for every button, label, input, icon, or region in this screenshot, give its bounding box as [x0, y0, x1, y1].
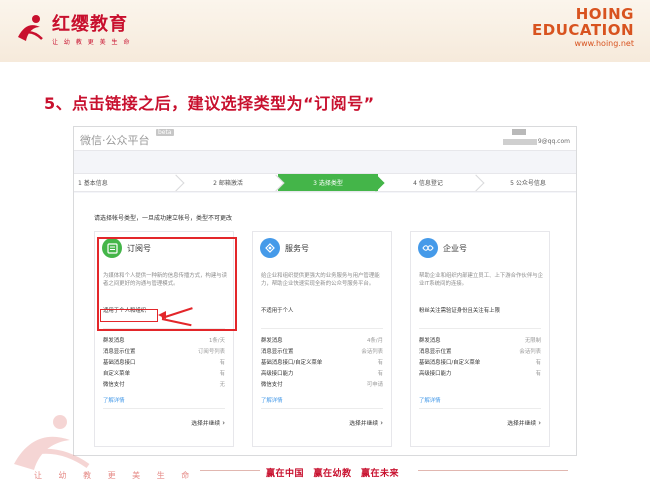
slide-title: 5、点击链接之后，建议选择类型为“订阅号” — [44, 94, 375, 113]
account-email[interactable]: 9@qq.com — [502, 138, 570, 145]
service-account-card[interactable]: 服务号 给企业和组织提供更强大的业务服务与用户管理能力，帮助企业快速实现全新的公… — [252, 231, 392, 447]
feature-row: 消息显示位置 会话列表 — [261, 349, 383, 355]
feature-row: 自定义菜单有 — [103, 371, 225, 377]
highlight-box-applicability — [100, 309, 158, 322]
type-instruction: 请选择帐号类型，一旦成功建立帐号，类型不可更改 — [94, 215, 233, 222]
feature-row: 基础消息接口/自定义菜单有 — [261, 360, 383, 366]
feature-row: 消息显示位置 会话列表 — [419, 349, 541, 355]
brand-name: 红缨教育 — [52, 14, 128, 35]
feature-row: 基础消息接口有 — [103, 360, 225, 366]
hoing-wordmark-line2: EDUCATION — [532, 21, 634, 39]
feature-row: 基础消息接口/自定义菜单有 — [419, 360, 541, 366]
feature-row: 微信支付 可申请 — [261, 382, 383, 388]
email-redaction — [502, 138, 537, 145]
divider — [419, 408, 541, 409]
step-account-info: 5 公众号信息 — [510, 180, 546, 187]
feature-row: 群发消息 4条/月 — [261, 338, 383, 344]
divider — [261, 408, 383, 409]
step-info-registration: 4 信息登记 — [378, 174, 485, 192]
registration-steps: 1 基本信息 2 邮箱激活 3 选择类型 4 信息登记 5 公众号信息 — [74, 173, 576, 192]
platform-topbar: 微信·公众平台 beta 9@qq.com — [74, 127, 576, 151]
footer-slogan: 赢在中国 赢在幼教 赢在未来 — [266, 469, 400, 479]
learn-more-link[interactable]: 了解详情 — [419, 396, 441, 404]
card-description: 帮助企业和组织内部建立员工、上下游合作伙伴与企业IT系统间的连接。 — [419, 273, 543, 287]
hoing-logo: HOING EDUCATION www.hoing.net — [532, 6, 634, 48]
divider — [419, 328, 541, 329]
divider — [103, 408, 225, 409]
account-type-panel: 请选择帐号类型，一旦成功建立帐号，类型不可更改 订阅号 为媒体和个人提供一种新的… — [74, 193, 576, 455]
card-applicability: 粉丝关注需验证身份且关注有上限 — [419, 308, 500, 314]
beta-badge: beta — [156, 129, 174, 136]
slide-header: 红缨教育 让 幼 教 更 美 生 命 HOING EDUCATION www.h… — [0, 0, 650, 62]
card-applicability: 不适用于个人 — [261, 308, 294, 314]
step-select-type: 3 选择类型 — [278, 174, 385, 192]
feature-row: 微信支付无 — [103, 382, 225, 388]
learn-more-link[interactable]: 了解详情 — [103, 396, 125, 404]
brand-logo: 红缨教育 让 幼 教 更 美 生 命 — [14, 10, 131, 46]
card-title: 企业号 — [443, 244, 467, 253]
watermark-logo-icon — [14, 415, 90, 470]
service-icon — [260, 238, 280, 258]
divider — [261, 328, 383, 329]
feature-row: 消息显示位置 订阅号列表 — [103, 349, 225, 355]
feature-row: 高级接口能力有 — [419, 371, 541, 377]
card-description: 给企业和组织提供更强大的业务服务与用户管理能力，帮助企业快速实现全新的公众号服务… — [261, 273, 380, 287]
step-email-activation: 2 邮箱激活 — [178, 174, 285, 192]
brand-slogan: 让 幼 教 更 美 生 命 — [52, 39, 132, 46]
footer-rule-left — [200, 470, 260, 471]
hoing-wordmark-line1: HOING — [575, 5, 634, 23]
feature-row: 高级接口能力有 — [261, 371, 383, 377]
feature-row: 群发消息 无限制 — [419, 338, 541, 344]
chevron-right-icon: › — [380, 419, 383, 427]
learn-more-link[interactable]: 了解详情 — [261, 396, 283, 404]
chevron-right-icon: › — [222, 419, 225, 427]
enterprise-icon — [418, 238, 438, 258]
enterprise-account-card[interactable]: 企业号 帮助企业和组织内部建立员工、上下游合作伙伴与企业IT系统间的连接。 粉丝… — [410, 231, 550, 447]
feature-row: 群发消息 1条/天 — [103, 338, 225, 344]
select-continue-button[interactable]: 选择并继续 › — [349, 418, 383, 427]
platform-title: 微信·公众平台 — [80, 134, 150, 147]
card-title: 服务号 — [285, 244, 309, 253]
step-basic-info: 1 基本信息 — [74, 174, 185, 192]
hoing-url: www.hoing.net — [574, 39, 634, 48]
chevron-right-icon: › — [538, 419, 541, 427]
footer-rule-right — [418, 470, 568, 471]
select-continue-button[interactable]: 选择并继续 › — [191, 418, 225, 427]
select-continue-button[interactable]: 选择并继续 › — [507, 418, 541, 427]
footer-left-slogan: 让 幼 教 更 美 生 命 — [34, 471, 197, 480]
account-avatar[interactable] — [512, 129, 526, 135]
wechat-platform-screenshot: 微信·公众平台 beta 9@qq.com 1 基本信息 2 邮箱激活 3 选择… — [73, 126, 577, 456]
brand-mark-icon — [14, 11, 48, 45]
